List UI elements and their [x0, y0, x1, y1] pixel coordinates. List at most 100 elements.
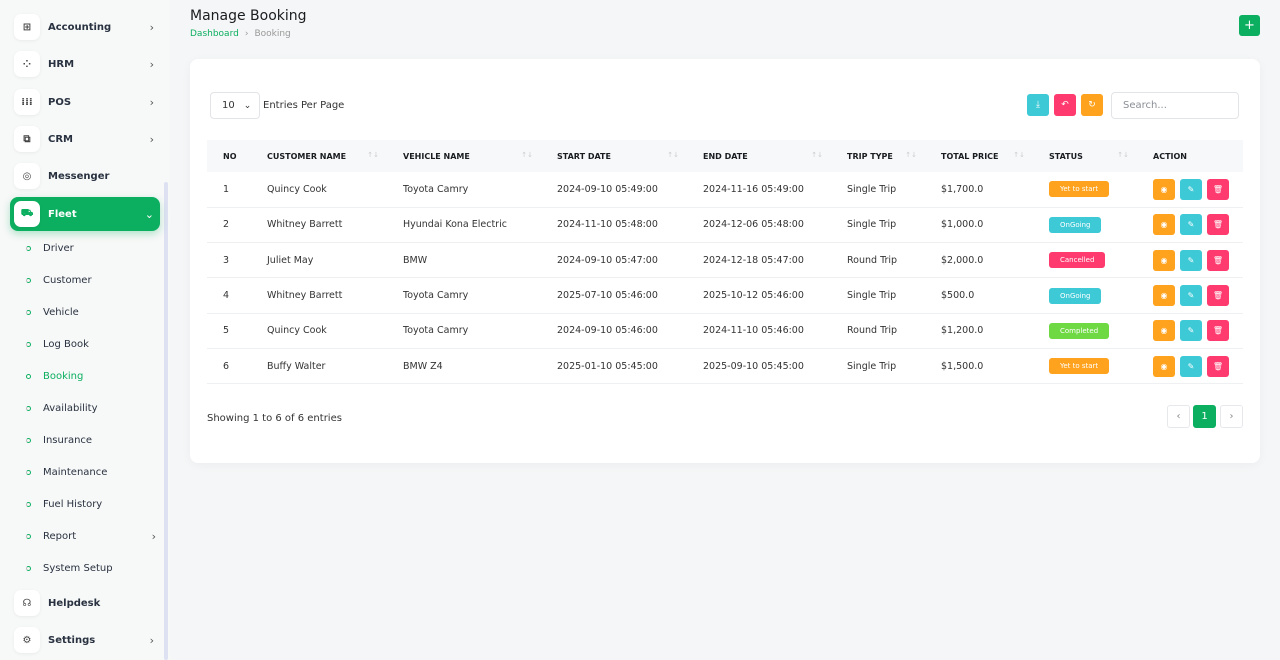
sidebar-item-crm[interactable]: ⧉ CRM ›: [14, 122, 160, 156]
sidebar-item-helpdesk[interactable]: ☊ Helpdesk: [14, 586, 160, 620]
table-row: 6 Buffy Walter BMW Z4 2025-01-10 05:45:00 20…: [207, 348, 1243, 385]
chevron-right-icon: ›: [149, 132, 154, 146]
view-button[interactable]: ◉: [1153, 178, 1175, 200]
bullet-icon: [26, 373, 31, 379]
sidebar-item-pos[interactable]: ⁞⁞⁞ POS ›: [14, 85, 160, 119]
sidebar-item-messenger[interactable]: ◎ Messenger: [14, 159, 160, 193]
trash-icon: 🗑: [1212, 220, 1224, 230]
sidebar-item-label: Accounting: [48, 21, 112, 33]
delete-button[interactable]: 🗑: [1207, 285, 1229, 307]
table-header-row: No Customer Name ↑↓ Vehicle Name ↑↓ Start …: [207, 140, 1243, 172]
pagination-next-button[interactable]: ›: [1220, 405, 1243, 428]
view-button[interactable]: ◉: [1153, 285, 1175, 307]
sidebar-subitem-vehicle[interactable]: Vehicle: [26, 302, 156, 322]
sidebar-subitem-label: Report: [43, 530, 77, 542]
chevron-right-icon: ›: [149, 95, 154, 109]
refresh-button[interactable]: ↻: [1081, 94, 1103, 116]
cell-total-price: $2,000.0: [925, 242, 1033, 279]
refresh-icon: ↻: [1088, 100, 1096, 110]
delete-button[interactable]: 🗑: [1207, 178, 1229, 200]
pagination-page-1[interactable]: 1: [1193, 405, 1216, 428]
delete-button[interactable]: 🗑: [1207, 249, 1229, 271]
bullet-icon: [26, 565, 31, 571]
add-booking-button[interactable]: +: [1239, 15, 1260, 36]
cell-action: ◉ ✎ 🗑: [1137, 277, 1243, 314]
sidebar-subitem-customer[interactable]: Customer: [26, 270, 156, 290]
edit-button[interactable]: ✎: [1180, 355, 1202, 377]
sidebar-subitem-log-book[interactable]: Log Book: [26, 334, 156, 354]
edit-button[interactable]: ✎: [1180, 214, 1202, 236]
view-button[interactable]: ◉: [1153, 214, 1175, 236]
cell-no: 6: [207, 348, 251, 385]
column-label: Trip Type: [847, 151, 893, 161]
chevron-left-icon: ‹: [1176, 411, 1181, 422]
breadcrumb: Dashboard › Booking: [190, 29, 291, 39]
column-label: No: [223, 151, 237, 161]
chevron-right-icon: ›: [1229, 411, 1234, 422]
cell-customer-name: Whitney Barrett: [251, 207, 387, 244]
sidebar-item-settings[interactable]: ⚙ Settings ›: [14, 623, 160, 657]
column-label: Action: [1153, 151, 1187, 161]
view-button[interactable]: ◉: [1153, 249, 1175, 271]
eye-icon: ◉: [1160, 291, 1168, 301]
table-row: 2 Whitney Barrett Hyundai Kona Electric 202…: [207, 207, 1243, 244]
sidebar-subitem-driver[interactable]: Driver: [26, 238, 156, 258]
sidebar-subitem-insurance[interactable]: Insurance: [26, 430, 156, 450]
sidebar-item-fleet[interactable]: ⛟ Fleet ⌄: [10, 197, 160, 231]
bullet-icon: [26, 405, 31, 411]
sort-icon: ↑↓: [367, 151, 379, 159]
edit-button[interactable]: ✎: [1180, 178, 1202, 200]
column-header-trip-type[interactable]: Trip Type ↑↓: [831, 140, 925, 172]
sidebar-scrollbar[interactable]: [164, 182, 168, 660]
delete-button[interactable]: 🗑: [1207, 214, 1229, 236]
cell-start-date: 2025-07-10 05:46:00: [541, 277, 687, 314]
delete-button[interactable]: 🗑: [1207, 355, 1229, 377]
cell-trip-type: Single Trip: [831, 172, 925, 208]
sidebar-subitem-system-setup[interactable]: System Setup: [26, 558, 156, 578]
sidebar-subitem-availability[interactable]: Availability: [26, 398, 156, 418]
sort-icon: ↑↓: [521, 151, 533, 159]
sidebar-subitem-report[interactable]: Report ›: [26, 526, 156, 546]
view-button[interactable]: ◉: [1153, 355, 1175, 377]
column-header-action: Action: [1137, 140, 1243, 172]
column-header-total-price[interactable]: Total Price ↑↓: [925, 140, 1033, 172]
sidebar-subitem-fuel-history[interactable]: Fuel History: [26, 494, 156, 514]
undo-icon: ↶: [1061, 100, 1069, 110]
delete-button[interactable]: 🗑: [1207, 320, 1229, 342]
column-header-no[interactable]: No: [207, 140, 251, 172]
sidebar-item-label: Messenger: [48, 170, 110, 182]
column-header-status[interactable]: Status ↑↓: [1033, 140, 1137, 172]
sidebar-subitem-maintenance[interactable]: Maintenance: [26, 462, 156, 482]
column-header-end-date[interactable]: End Date ↑↓: [687, 140, 831, 172]
column-header-customer-name[interactable]: Customer Name ↑↓: [251, 140, 387, 172]
column-header-start-date[interactable]: Start Date ↑↓: [541, 140, 687, 172]
sidebar-item-label: Helpdesk: [48, 597, 101, 609]
sidebar-item-hrm[interactable]: ⁘ HRM ›: [14, 47, 160, 81]
entries-per-page-select[interactable]: 10 ⌄: [210, 92, 260, 119]
export-button[interactable]: ⤓: [1027, 94, 1049, 116]
column-header-vehicle-name[interactable]: Vehicle Name ↑↓: [387, 140, 541, 172]
breadcrumb-dashboard-link[interactable]: Dashboard: [190, 29, 239, 39]
sidebar-item-accounting[interactable]: ⊞ Accounting ›: [14, 10, 160, 44]
sidebar-subitem-booking[interactable]: Booking: [26, 366, 156, 386]
booking-table: No Customer Name ↑↓ Vehicle Name ↑↓ Start …: [207, 140, 1243, 385]
edit-button[interactable]: ✎: [1180, 320, 1202, 342]
sort-icon: ↑↓: [1117, 151, 1129, 159]
cell-start-date: 2024-11-10 05:48:00: [541, 207, 687, 244]
search-input[interactable]: [1111, 92, 1239, 119]
reset-button[interactable]: ↶: [1054, 94, 1076, 116]
booking-card: 10 ⌄ Entries Per Page ⤓ ↶ ↻ No Customer …: [190, 59, 1260, 463]
trash-icon: 🗑: [1212, 291, 1224, 301]
chevron-down-icon: ⌄: [144, 207, 154, 221]
cell-total-price: $1,700.0: [925, 172, 1033, 208]
edit-button[interactable]: ✎: [1180, 249, 1202, 271]
view-button[interactable]: ◉: [1153, 320, 1175, 342]
row-actions: ◉ ✎ 🗑: [1153, 285, 1243, 307]
bullet-icon: [26, 277, 31, 283]
cell-no: 3: [207, 242, 251, 279]
bullet-icon: [26, 245, 31, 251]
cell-action: ◉ ✎ 🗑: [1137, 348, 1243, 385]
edit-button[interactable]: ✎: [1180, 285, 1202, 307]
row-actions: ◉ ✎ 🗑: [1153, 214, 1243, 236]
pagination-prev-button[interactable]: ‹: [1167, 405, 1190, 428]
